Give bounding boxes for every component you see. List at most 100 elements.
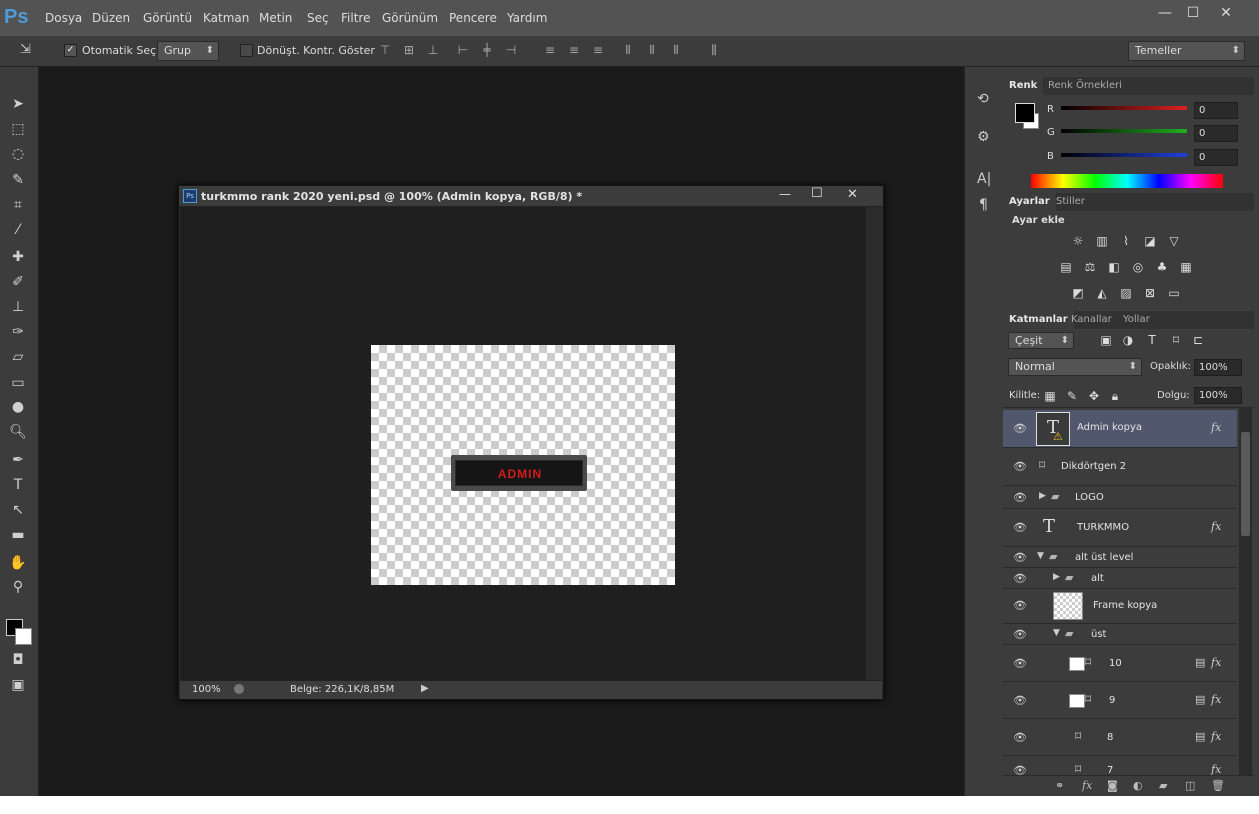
g-slider[interactable] xyxy=(1061,129,1187,133)
opacity-value[interactable]: 100% xyxy=(1194,359,1242,376)
history-brush-icon[interactable]: ✑ xyxy=(6,322,30,342)
menu-sec[interactable]: Seç xyxy=(307,11,329,25)
curves-icon[interactable]: ⌇ xyxy=(1117,233,1135,249)
auto-select-dropdown[interactable]: Grup xyxy=(157,41,219,61)
quick-mask-icon[interactable]: ◘ xyxy=(6,650,30,670)
eraser-tool-icon[interactable]: ▱ xyxy=(6,347,30,367)
distribute-left-icon[interactable]: ⫴ xyxy=(621,43,635,57)
fill-value[interactable]: 100% xyxy=(1194,387,1242,404)
photo-filter-icon[interactable]: ◎ xyxy=(1129,259,1147,275)
workspace-dropdown[interactable]: Temeller xyxy=(1128,41,1245,61)
background-color-swatch[interactable] xyxy=(15,628,32,645)
fg-color-box[interactable] xyxy=(1015,103,1035,123)
status-menu-arrow-icon[interactable]: ▶ xyxy=(421,683,429,694)
link-layers-icon[interactable]: ⚭ xyxy=(1055,779,1064,792)
filter-shape-icon[interactable]: ⌑ xyxy=(1167,332,1185,348)
filter-smart-icon[interactable]: ⊏ xyxy=(1189,332,1207,348)
b-value[interactable]: 0 xyxy=(1194,149,1238,166)
channel-mixer-icon[interactable]: ♣ xyxy=(1153,259,1171,275)
quick-select-tool-icon[interactable]: ✎ xyxy=(6,170,30,190)
layer-name[interactable]: 10 xyxy=(1109,658,1122,669)
vibrance-icon[interactable]: ▽ xyxy=(1165,233,1183,249)
g-value[interactable]: 0 xyxy=(1194,125,1238,142)
align-left-icon[interactable]: ⊢ xyxy=(456,43,470,57)
add-style-icon[interactable]: fx xyxy=(1082,779,1092,792)
hand-tool-icon[interactable]: ✋ xyxy=(6,553,30,573)
distribute-bottom-icon[interactable]: ≡ xyxy=(591,43,605,57)
menu-metin[interactable]: Metin xyxy=(259,11,292,25)
distribute-vcenter-icon[interactable]: ≡ xyxy=(567,43,581,57)
gradient-tool-icon[interactable]: ▭ xyxy=(6,373,30,393)
pen-tool-icon[interactable]: ✒ xyxy=(6,450,30,470)
eye-icon[interactable]: 👁︎ xyxy=(1013,628,1027,641)
layer-row[interactable]: 👁︎ ▶ ▰ alt xyxy=(1003,568,1237,589)
layer-row[interactable]: 👁︎ T ⚠ Admin kopya fx xyxy=(1003,410,1237,448)
color-lookup-icon[interactable]: ▦ xyxy=(1177,259,1195,275)
adjustment-layer-icon[interactable]: ◐ xyxy=(1133,779,1143,792)
screen-mode-icon[interactable]: ▣ xyxy=(6,675,30,695)
layer-name[interactable]: TURKMMO xyxy=(1077,522,1129,533)
properties-panel-icon[interactable]: ⚙ xyxy=(977,129,990,145)
lock-all-icon[interactable]: 🔒︎ xyxy=(1106,388,1124,404)
eye-icon[interactable]: 👁︎ xyxy=(1013,422,1027,435)
menu-dosya[interactable]: Dosya xyxy=(45,11,82,25)
menu-gorunum[interactable]: Görünüm xyxy=(382,11,438,25)
layers-scrollbar[interactable] xyxy=(1239,408,1252,776)
hue-saturation-icon[interactable]: ▤ xyxy=(1057,259,1075,275)
b-slider[interactable] xyxy=(1061,153,1187,157)
fx-icon[interactable]: fx xyxy=(1211,656,1221,669)
expand-arrow-icon[interactable]: ▶ xyxy=(1053,572,1060,582)
layer-row[interactable]: 👁︎ Frame kopya xyxy=(1003,589,1237,624)
tab-ayarlar[interactable]: Ayarlar xyxy=(1003,193,1056,211)
distribute-right-icon[interactable]: ⫴ xyxy=(669,43,683,57)
color-balance-icon[interactable]: ⚖ xyxy=(1081,259,1099,275)
doc-maximize-button[interactable]: ☐ xyxy=(811,186,823,201)
distribute-top-icon[interactable]: ≡ xyxy=(543,43,557,57)
auto-align-icon[interactable]: ⫼ xyxy=(707,43,721,57)
fx-icon[interactable]: fx xyxy=(1211,421,1221,434)
zoom-level[interactable]: 100% xyxy=(192,684,221,695)
eye-icon[interactable]: 👁︎ xyxy=(1013,551,1027,564)
close-button[interactable]: ✕ xyxy=(1212,4,1240,22)
layer-name[interactable]: alt xyxy=(1091,573,1104,584)
paragraph-panel-icon[interactable]: ¶ xyxy=(979,197,988,213)
lock-pixels-icon[interactable]: ✎ xyxy=(1063,388,1081,404)
menu-goruntu[interactable]: Görüntü xyxy=(143,11,192,25)
auto-select-checkbox[interactable]: ✓ xyxy=(64,44,77,57)
clone-stamp-icon[interactable]: ⊥ xyxy=(6,297,30,317)
tab-stiller[interactable]: Stiller xyxy=(1050,193,1091,211)
align-bottom-icon[interactable]: ⊥ xyxy=(426,43,440,57)
expand-arrow-icon[interactable]: ▶ xyxy=(1039,491,1046,501)
doc-minimize-button[interactable]: — xyxy=(779,187,791,201)
character-panel-icon[interactable]: A| xyxy=(977,171,991,187)
menu-filtre[interactable]: Filtre xyxy=(341,11,370,25)
menu-yardim[interactable]: Yardım xyxy=(507,11,547,25)
transform-controls-checkbox[interactable] xyxy=(240,44,253,57)
status-info-icon[interactable] xyxy=(234,684,244,694)
eye-icon[interactable]: 👁︎ xyxy=(1013,657,1027,670)
eye-icon[interactable]: 👁︎ xyxy=(1013,460,1027,473)
filter-adjust-icon[interactable]: ◑ xyxy=(1119,332,1137,348)
eye-icon[interactable]: 👁︎ xyxy=(1013,599,1027,612)
layer-filter-dropdown[interactable]: Çeşit xyxy=(1008,332,1074,349)
eye-icon[interactable]: 👁︎ xyxy=(1013,572,1027,585)
color-spectrum-bar[interactable] xyxy=(1031,174,1223,188)
layer-name[interactable]: 9 xyxy=(1109,695,1115,706)
distribute-hcenter-icon[interactable]: ⫴ xyxy=(645,43,659,57)
layer-row[interactable]: 👁︎ ▶ ▰ LOGO xyxy=(1003,486,1237,509)
gradient-map-icon[interactable]: ▭ xyxy=(1165,285,1183,301)
minimize-button[interactable]: — xyxy=(1151,4,1179,22)
r-value[interactable]: 0 xyxy=(1194,102,1238,119)
crop-tool-icon[interactable]: ⌗ xyxy=(6,195,30,215)
align-right-icon[interactable]: ⊣ xyxy=(504,43,518,57)
maximize-button[interactable]: ☐ xyxy=(1179,4,1207,22)
transparent-canvas[interactable]: ADMIN xyxy=(371,345,675,585)
layer-name[interactable]: 8 xyxy=(1107,732,1113,743)
brightness-icon[interactable]: ☼ xyxy=(1069,233,1087,249)
brush-tool-icon[interactable]: ✐ xyxy=(6,272,30,292)
tab-renk[interactable]: Renk xyxy=(1003,77,1044,95)
delete-layer-icon[interactable]: 🗑︎ xyxy=(1211,779,1225,792)
menu-duzen[interactable]: Düzen xyxy=(92,11,130,25)
type-tool-icon[interactable]: T xyxy=(6,475,30,495)
invert-icon[interactable]: ◩ xyxy=(1069,285,1087,301)
